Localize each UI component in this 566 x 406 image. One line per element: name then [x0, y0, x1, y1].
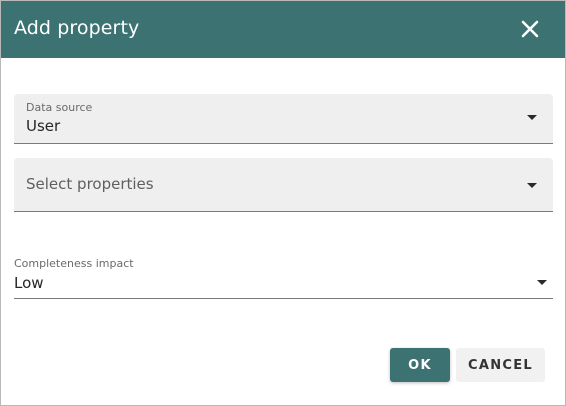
cancel-button[interactable]: CANCEL — [456, 348, 545, 382]
properties-select[interactable]: Select properties — [14, 158, 553, 212]
completeness-impact-label: Completeness impact — [14, 257, 134, 270]
dialog-header: Add property — [1, 1, 565, 58]
data-source-select[interactable]: Data source User — [14, 94, 553, 144]
completeness-impact-value: Low — [14, 274, 44, 292]
data-source-value: User — [26, 117, 61, 135]
dropdown-arrow-icon[interactable] — [537, 280, 547, 285]
add-property-dialog: Add property Data source User Select pro… — [0, 0, 566, 406]
dialog-title: Add property — [14, 17, 140, 39]
dropdown-arrow-icon[interactable] — [527, 115, 537, 120]
properties-placeholder: Select properties — [26, 175, 154, 193]
completeness-impact-select[interactable]: Completeness impact Low — [14, 255, 553, 299]
close-icon[interactable] — [519, 18, 541, 40]
data-source-label: Data source — [26, 101, 93, 114]
dropdown-arrow-icon[interactable] — [527, 183, 537, 188]
ok-button[interactable]: OK — [390, 348, 450, 382]
